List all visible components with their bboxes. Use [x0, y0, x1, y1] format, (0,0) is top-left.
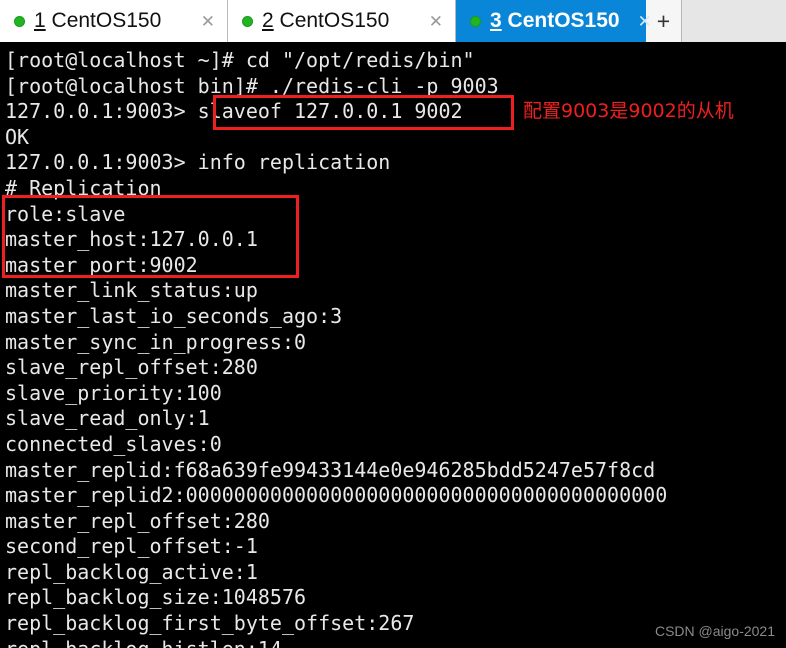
terminal-line: master_host:127.0.0.1 [5, 227, 258, 252]
terminal-line: OK [5, 124, 30, 149]
close-icon[interactable]: ✕ [620, 13, 658, 30]
terminal-line: connected_slaves:0 [5, 431, 222, 456]
terminal-line: repl_backlog_size:1048576 [5, 585, 307, 610]
annotation-note-text: 配置9003是9002的从机 [523, 100, 734, 122]
close-icon[interactable]: ✕ [183, 13, 221, 30]
tab-bar: 1 CentOS150 ✕ 2 CentOS150 ✕ 3 CentOS150 … [0, 0, 786, 42]
terminal-line: second_repl_offset:-1 [5, 534, 258, 559]
close-icon[interactable]: ✕ [411, 13, 449, 30]
green-dot-icon [242, 15, 253, 27]
tab-label: 3 CentOS150 [490, 9, 620, 33]
green-dot-icon [14, 15, 25, 27]
terminal-line: slave_priority:100 [5, 380, 222, 405]
terminal-line: [root@localhost ~]# cd "/opt/redis/bin" [5, 48, 475, 72]
terminal-line: master_link_status:up [5, 278, 258, 303]
tab-number: 2 [262, 9, 274, 32]
tab-title: CentOS150 [51, 9, 162, 32]
watermark-text: CSDN @aigo-2021 [654, 623, 775, 639]
terminal-line: 127.0.0.1:9003> info replication [5, 150, 391, 175]
terminal-line: slave_read_only:1 [5, 406, 210, 431]
terminal-line: master_last_io_seconds_ago:3 [5, 303, 343, 328]
terminal-line: slave_repl_offset:280 [5, 355, 258, 380]
tab-bar-filler [682, 0, 786, 42]
terminal-line: master_replid:f68a639fe99433144e0e946285… [5, 457, 656, 482]
tab-label: 2 CentOS150 [262, 9, 389, 33]
terminal-output-area[interactable]: [root@localhost ~]# cd "/opt/redis/bin" … [0, 42, 786, 648]
terminal-line: role:slave [5, 201, 126, 226]
tab-label: 1 CentOS150 [34, 9, 161, 33]
terminal-line-list: [root@localhost ~]# cd "/opt/redis/bin" … [5, 48, 785, 648]
tab-2-centos150[interactable]: 2 CentOS150 ✕ [228, 0, 456, 42]
tab-title: CentOS150 [507, 9, 620, 32]
terminal-line: master_replid2:0000000000000000000000000… [5, 483, 668, 508]
terminal-line: [root@localhost bin]# ./redis-cli -p 900… [5, 73, 499, 98]
terminal-line: master_port:9002 [5, 252, 198, 277]
terminal-line: master_repl_offset:280 [5, 508, 270, 533]
tab-title: CentOS150 [279, 9, 390, 32]
tab-number: 1 [34, 9, 46, 32]
green-dot-icon [470, 15, 481, 27]
terminal-line: # Replication [5, 175, 162, 200]
terminal-line: master_sync_in_progress:0 [5, 329, 307, 354]
tab-1-centos150[interactable]: 1 CentOS150 ✕ [0, 0, 228, 42]
tab-3-centos150[interactable]: 3 CentOS150 ✕ [456, 0, 652, 42]
tab-number: 3 [490, 9, 502, 32]
terminal-line: repl_backlog_active:1 [5, 559, 258, 584]
